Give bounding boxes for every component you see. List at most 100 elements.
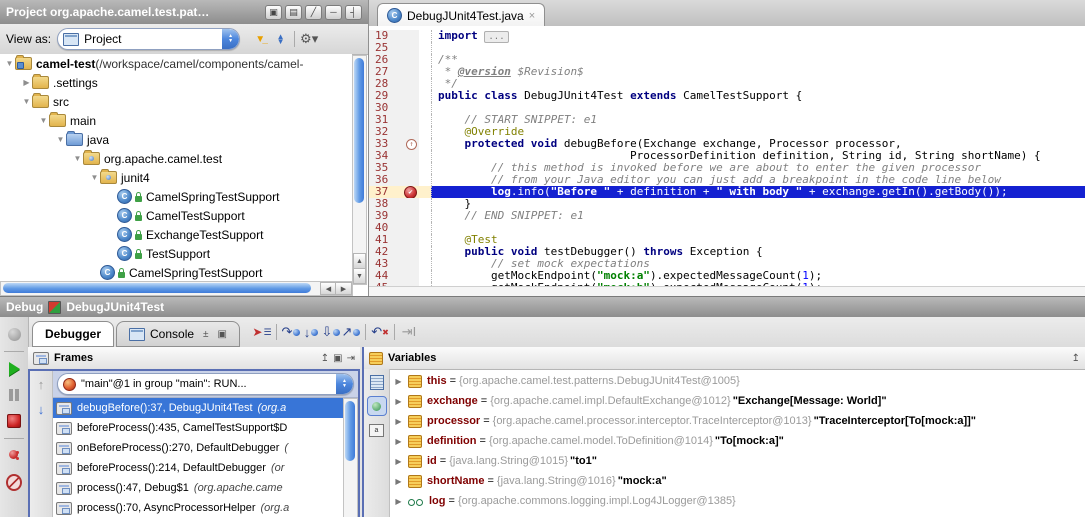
breakpoint-icon[interactable]: ✔: [404, 186, 417, 199]
tab-debugger[interactable]: Debugger: [32, 321, 114, 347]
expand-all-icon[interactable]: ▼̲: [250, 29, 270, 49]
thread-stepper-icon[interactable]: ▲▼: [336, 374, 353, 394]
pause-icon[interactable]: [6, 387, 22, 403]
expand-triangle-icon[interactable]: ▶: [394, 377, 403, 386]
variable-row[interactable]: ▶id = {java.lang.String@1015}"to1": [390, 451, 1085, 471]
editor-hscrollbar[interactable]: [369, 286, 1085, 296]
fold-column[interactable]: [419, 174, 431, 186]
code-line[interactable]: 25: [369, 42, 1085, 54]
expand-triangle-icon[interactable]: ▶: [394, 437, 403, 446]
code-line[interactable]: 19import ...: [369, 30, 1085, 42]
code-line[interactable]: 27 * @version $Revision$: [369, 66, 1085, 78]
frame-down-icon[interactable]: ↓: [38, 402, 45, 417]
fold-column[interactable]: [419, 66, 431, 78]
editor-tab[interactable]: C DebugJUnit4Test.java ×: [377, 3, 545, 27]
fold-column[interactable]: [419, 258, 431, 270]
fold-column[interactable]: [419, 78, 431, 90]
fold-column[interactable]: [419, 150, 431, 162]
fold-column[interactable]: [419, 198, 431, 210]
step-out-icon[interactable]: ↗: [341, 322, 361, 342]
expand-triangle-icon[interactable]: ▶: [394, 497, 403, 506]
override-marker-icon[interactable]: ↑: [406, 139, 417, 150]
tree-collapsed-arrow-icon[interactable]: ▶: [21, 78, 32, 87]
watches-panel-icon[interactable]: a: [369, 422, 385, 438]
fold-column[interactable]: [419, 222, 431, 234]
step-over-icon[interactable]: ↷: [281, 322, 301, 342]
thread-dropdown[interactable]: "main"@1 in group "main": RUN... ▲▼: [57, 373, 354, 395]
console-float-icon[interactable]: ▣: [218, 329, 227, 340]
minimize-icon[interactable]: ─: [325, 5, 342, 20]
tree-item[interactable]: CExchangeTestSupport: [0, 225, 352, 244]
frame-row[interactable]: process():70, AsyncProcessorHelper (org.…: [53, 498, 345, 517]
stop-icon[interactable]: [6, 413, 22, 429]
tree-item[interactable]: CCamelSpringTestSupport: [0, 263, 352, 282]
variable-row[interactable]: ▶processor = {org.apache.camel.processor…: [390, 411, 1085, 431]
variable-row[interactable]: ▶this = {org.apache.camel.test.patterns.…: [390, 371, 1085, 391]
variable-row[interactable]: ▶definition = {org.apache.camel.model.To…: [390, 431, 1085, 451]
code-area[interactable]: 19import ...2526/**27 * @version $Revisi…: [369, 26, 1085, 287]
frames-vscrollbar[interactable]: [343, 398, 358, 517]
dropdown-stepper-icon[interactable]: ▲▼: [222, 29, 239, 49]
expand-triangle-icon[interactable]: ▶: [394, 477, 403, 486]
code-line[interactable]: 39 // END SNIPPET: e1: [369, 210, 1085, 222]
tree-item[interactable]: CTestSupport: [0, 244, 352, 263]
hide-icon[interactable]: ┤: [345, 5, 362, 20]
fold-column[interactable]: [419, 162, 431, 174]
show-execution-point-icon[interactable]: ➤: [252, 322, 272, 342]
tree-item[interactable]: ▼camel-test (/workspace/camel/components…: [0, 54, 352, 73]
tree-expand-arrow-icon[interactable]: ▼: [21, 97, 32, 106]
fold-column[interactable]: [419, 30, 431, 42]
frame-up-icon[interactable]: ↑: [38, 377, 45, 392]
frame-row[interactable]: beforeProcess():214, DefaultDebugger (or: [53, 458, 345, 478]
fold-column[interactable]: [419, 270, 431, 282]
variable-row[interactable]: ▶log = {org.apache.commons.logging.impl.…: [390, 491, 1085, 511]
auto-variables-mode-icon[interactable]: [367, 396, 387, 416]
fold-column[interactable]: [419, 54, 431, 66]
tree-vscrollbar[interactable]: ▲ ▼: [352, 55, 367, 285]
tree-item[interactable]: ▼org.apache.camel.test: [0, 149, 352, 168]
evaluate-expression-icon[interactable]: [369, 374, 385, 390]
tree-expand-arrow-icon[interactable]: ▼: [72, 154, 83, 163]
force-step-into-icon[interactable]: ⇩: [321, 322, 341, 342]
tree-expand-arrow-icon[interactable]: ▼: [4, 59, 15, 68]
mute-breakpoints-icon[interactable]: [6, 474, 22, 490]
tree-item[interactable]: CCamelSpringTestSupport: [0, 187, 352, 206]
run-to-cursor-icon[interactable]: ⇥I: [399, 322, 419, 342]
expand-triangle-icon[interactable]: ▶: [394, 417, 403, 426]
code-line[interactable]: 37✔ log.info("Before " + definition + " …: [369, 186, 1085, 198]
fold-column[interactable]: [419, 138, 431, 150]
tree-item[interactable]: ▼java: [0, 130, 352, 149]
view-breakpoints-icon[interactable]: [6, 448, 22, 464]
dock-icon[interactable]: ▤: [285, 5, 302, 20]
variable-row[interactable]: ▶exchange = {org.apache.camel.impl.Defau…: [390, 391, 1085, 411]
fold-column[interactable]: [419, 126, 431, 138]
fold-column[interactable]: [419, 102, 431, 114]
frames-float-icon[interactable]: ▣: [333, 353, 342, 364]
console-export-icon[interactable]: ±: [203, 329, 209, 340]
variable-row[interactable]: ▶shortName = {java.lang.String@1016}"moc…: [390, 471, 1085, 491]
expand-triangle-icon[interactable]: ▶: [394, 397, 403, 406]
settings-gear-icon[interactable]: ⚙▾: [299, 29, 319, 49]
frame-row[interactable]: onBeforeProcess():270, DefaultDebugger (: [53, 438, 345, 458]
tree-item[interactable]: ▼src: [0, 92, 352, 111]
view-as-dropdown[interactable]: Project ▲▼: [57, 28, 240, 50]
tree-item[interactable]: CCamelTestSupport: [0, 206, 352, 225]
tree-item[interactable]: ▼main: [0, 111, 352, 130]
tree-hscrollbar[interactable]: ◀ ▶: [0, 281, 353, 296]
tree-expand-arrow-icon[interactable]: ▼: [55, 135, 66, 144]
tree-expand-arrow-icon[interactable]: ▼: [89, 173, 100, 182]
frames-dock-icon[interactable]: ↥: [321, 353, 329, 364]
tree-item[interactable]: ▶.settings: [0, 73, 352, 92]
resume-icon[interactable]: [6, 361, 22, 377]
tree-expand-arrow-icon[interactable]: ▼: [38, 116, 49, 125]
collapse-all-icon[interactable]: ▲▼: [270, 29, 290, 49]
fold-column[interactable]: [419, 210, 431, 222]
frames-hide-icon[interactable]: ⇥: [347, 353, 355, 364]
frame-row[interactable]: debugBefore():37, DebugJUnit4Test (org.a: [53, 398, 345, 418]
pop-frame-icon[interactable]: ↶✖: [370, 322, 390, 342]
float-window-icon[interactable]: ▣: [265, 5, 282, 20]
variables-dock-icon[interactable]: ↥: [1072, 353, 1080, 364]
pin-icon[interactable]: ╱: [305, 5, 322, 20]
fold-column[interactable]: [419, 186, 431, 198]
frame-row[interactable]: beforeProcess():435, CamelTestSupport$D: [53, 418, 345, 438]
